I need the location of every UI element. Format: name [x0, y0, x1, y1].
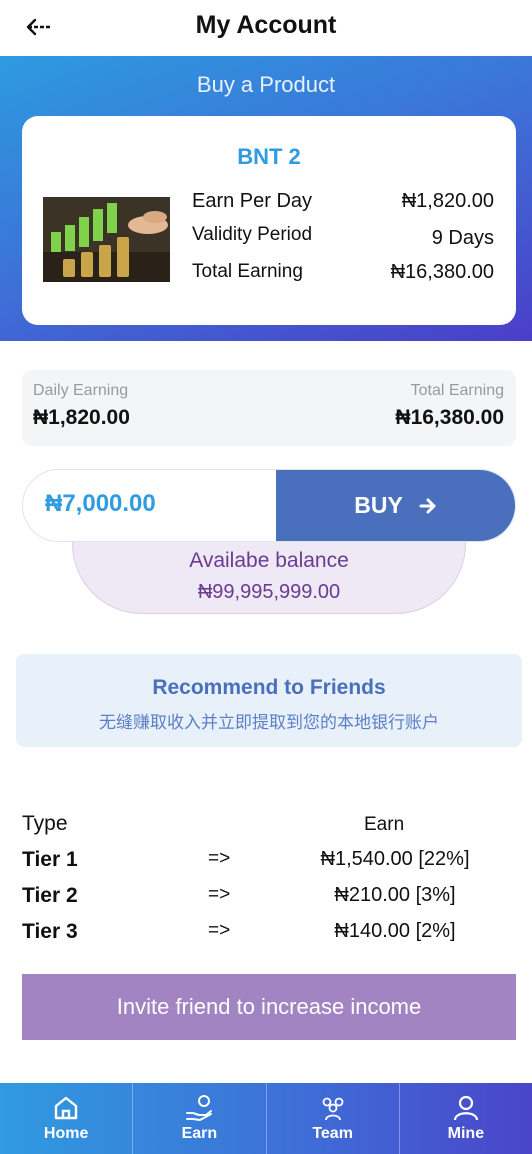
tier-arrow: =>: [208, 848, 231, 869]
hand-coin-icon: [186, 1095, 213, 1121]
tier-value: ₦140.00 [2%]: [334, 920, 456, 942]
total-earning-value: ₦16,380.00: [390, 261, 494, 283]
earn-header: Earn: [364, 814, 405, 835]
nav-item-home[interactable]: Home: [0, 1083, 132, 1154]
daily-earning-label: Daily Earning: [33, 382, 129, 399]
tier-row: Tier 3 => ₦140.00 [2%]: [22, 920, 516, 950]
earnings-summary: Daily Earning ₦1,820.00 Total Earning ₦1…: [22, 370, 516, 446]
balance-value: ₦99,995,999.00: [197, 581, 341, 603]
total-earning-label: Total Earning: [192, 261, 303, 282]
nav-label-home: Home: [43, 1125, 89, 1142]
nav-item-mine[interactable]: Mine: [398, 1083, 532, 1154]
product-card: BNT 2 Earn Per Day ₦1,820.00 Validity Pe…: [22, 116, 516, 325]
tier-arrow: =>: [208, 884, 231, 905]
nav-item-team[interactable]: Team: [265, 1083, 399, 1154]
buy-bar: ₦7,000.00 BUY: [22, 469, 516, 542]
tier-row: Tier 2 => ₦210.00 [3%]: [22, 884, 516, 914]
nav-item-earn[interactable]: Earn: [132, 1083, 265, 1154]
invite-button[interactable]: Invite friend to increase income: [22, 974, 516, 1040]
tier-name: Tier 3: [22, 920, 78, 943]
daily-earning-value: ₦1,820.00: [33, 406, 130, 429]
tier-name: Tier 1: [22, 848, 78, 871]
recommend-subtitle: 无缝赚取收入并立即提取到您的本地银行账户: [99, 713, 439, 732]
nav-label-team: Team: [312, 1125, 353, 1142]
type-header: Type: [22, 812, 68, 835]
nav-label-mine: Mine: [447, 1125, 485, 1142]
buy-button[interactable]: BUY: [276, 470, 515, 541]
tier-arrow: =>: [208, 920, 231, 941]
tier-row: Tier 1 => ₦1,540.00 [22%]: [22, 848, 516, 878]
tier-value: ₦1,540.00 [22%]: [320, 848, 470, 870]
nav-label-earn: Earn: [181, 1125, 218, 1142]
buy-button-label: BUY: [354, 492, 403, 518]
invite-button-label: Invite friend to increase income: [116, 994, 422, 1019]
home-icon: [54, 1096, 78, 1120]
hero-title: Buy a Product: [196, 72, 336, 97]
earn-per-day-value: ₦1,820.00: [401, 190, 494, 212]
product-name: BNT 2: [237, 144, 301, 169]
top-bar: My Account: [0, 0, 532, 56]
price-value: ₦7,000.00: [45, 490, 156, 517]
tier-name: Tier 2: [22, 884, 78, 907]
hero-banner: Buy a Product BNT 2 Earn Per Day ₦1,820.…: [0, 56, 532, 341]
arrow-right-icon: [419, 498, 436, 513]
tier-value: ₦210.00 [3%]: [334, 884, 456, 906]
bottom-nav: Home Earn Team Mine: [0, 1083, 532, 1154]
user-icon: [453, 1095, 478, 1121]
total-earning-summary-label: Total Earning: [410, 382, 504, 399]
recommend-title: Recommend to Friends: [152, 676, 386, 699]
product-image: [43, 197, 170, 282]
page-title: My Account: [195, 11, 337, 39]
balance-label: Availabe balance: [189, 549, 349, 572]
validity-label: Validity Period: [192, 224, 313, 245]
validity-value: 9 Days: [431, 227, 494, 249]
recommend-panel[interactable]: Recommend to Friends 无缝赚取收入并立即提取到您的本地银行账…: [16, 654, 522, 747]
earn-per-day-label: Earn Per Day: [192, 190, 313, 212]
team-icon: [322, 1097, 344, 1121]
total-earning-summary-value: ₦16,380.00: [395, 406, 504, 429]
